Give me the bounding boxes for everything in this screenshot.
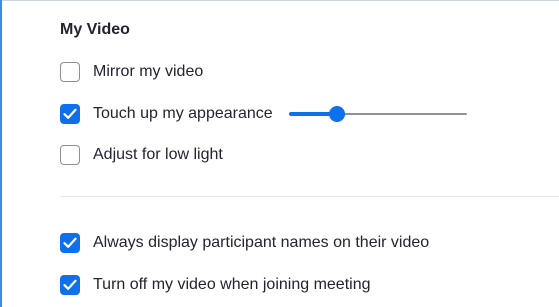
checkmark-icon xyxy=(63,237,77,248)
section-title: My Video xyxy=(60,21,130,38)
touch-up-label: Touch up my appearance xyxy=(93,105,273,122)
turn-off-video-label: Turn off my video when joining meeting xyxy=(93,276,371,293)
low-light-label: Adjust for low light xyxy=(93,146,223,163)
touch-up-checkbox[interactable] xyxy=(60,104,80,124)
mirror-video-option[interactable]: Mirror my video xyxy=(60,60,203,84)
section-divider xyxy=(60,196,559,197)
slider-thumb[interactable] xyxy=(328,106,345,122)
mirror-video-checkbox[interactable] xyxy=(60,62,80,82)
window-top-edge xyxy=(0,0,559,1)
mirror-video-label: Mirror my video xyxy=(93,63,204,80)
turn-off-video-checkbox[interactable] xyxy=(60,275,80,295)
turn-off-video-option[interactable]: Turn off my video when joining meeting xyxy=(60,273,370,297)
checkmark-icon xyxy=(63,279,77,290)
low-light-checkbox[interactable] xyxy=(60,145,80,165)
touch-up-option[interactable]: Touch up my appearance xyxy=(60,102,467,126)
display-names-option[interactable]: Always display participant names on thei… xyxy=(60,231,429,255)
display-names-checkbox[interactable] xyxy=(60,233,80,253)
window-left-edge xyxy=(0,0,2,307)
checkmark-icon xyxy=(63,108,77,119)
display-names-label: Always display participant names on thei… xyxy=(93,234,430,251)
touch-up-slider[interactable] xyxy=(288,104,467,124)
low-light-option[interactable]: Adjust for low light xyxy=(60,143,223,167)
